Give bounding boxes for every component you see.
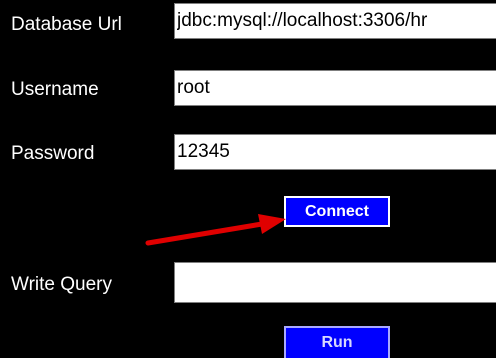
database-url-input[interactable] [174, 3, 496, 39]
arrow-head-icon [258, 214, 286, 234]
arrow-shaft [145, 221, 265, 246]
red-arrow-annotation [145, 214, 286, 246]
query-input[interactable] [174, 262, 496, 303]
password-input[interactable] [174, 134, 496, 170]
connect-button[interactable]: Connect [284, 196, 390, 227]
run-button[interactable]: Run [284, 326, 390, 358]
password-label: Password [11, 143, 95, 164]
database-url-label: Database Url [11, 14, 122, 35]
write-query-label: Write Query [11, 274, 113, 295]
username-input[interactable] [174, 70, 496, 106]
username-label: Username [11, 79, 99, 100]
